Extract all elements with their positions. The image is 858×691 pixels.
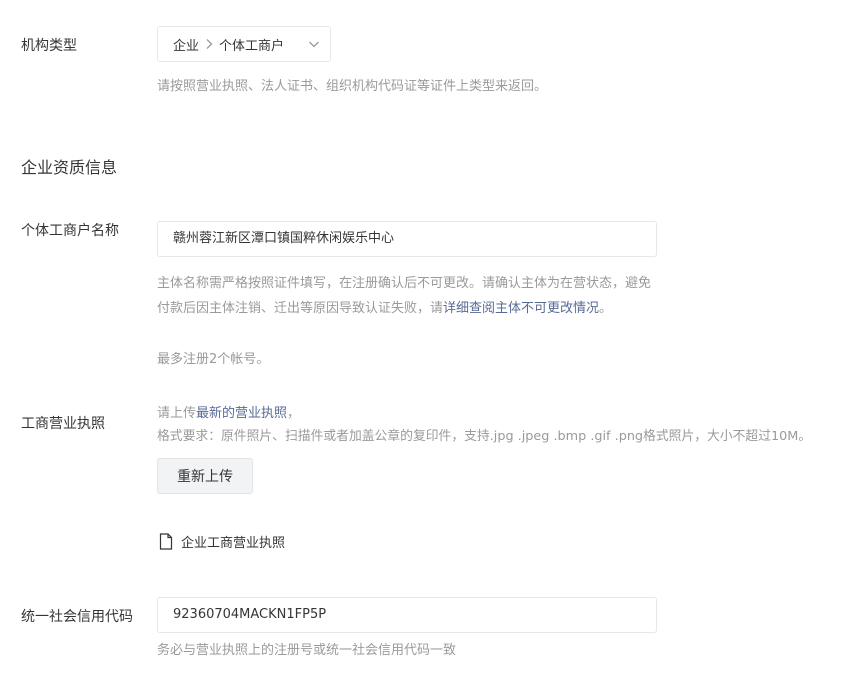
org-registration-form: 机构类型 企业 个体工商户 请按照营业执照、法人证书、组织机构代码证等证件上类型… (0, 0, 858, 691)
license-hint: 请上传最新的营业执照， (157, 404, 300, 424)
org-type-level1: 企业 (173, 38, 200, 54)
credit-code-label: 统一社会信用代码 (21, 609, 133, 625)
license-file[interactable]: 企业工商营业执照 (159, 532, 285, 551)
name-rules-link[interactable]: 详细查阅主体不可更改情况 (443, 301, 599, 316)
latest-license-link[interactable]: 最新的营业执照 (196, 406, 287, 421)
name-hint: 主体名称需严格按照证件填写，在注册确认后不可更改。请确认主体为在营状态，避免付款… (157, 271, 657, 321)
license-label: 工商营业执照 (21, 416, 105, 432)
org-type-label: 机构类型 (21, 38, 77, 54)
name-label: 个体工商户名称 (21, 223, 119, 239)
name-input[interactable]: 赣州蓉江新区潭口镇国粹休闲娱乐中心 (157, 221, 657, 257)
chevron-right-icon (205, 38, 213, 50)
license-format-hint: 格式要求：原件照片、扫描件或者加盖公章的复印件，支持.jpg .jpeg .bm… (157, 429, 812, 444)
org-type-cascader[interactable]: 企业 个体工商户 (157, 26, 331, 62)
credit-code-input[interactable]: 92360704MACKN1FP5P (157, 597, 657, 633)
section-title: 企业资质信息 (21, 158, 118, 177)
license-hint-prefix: 请上传 (157, 406, 197, 421)
document-icon (159, 533, 173, 550)
org-type-level2: 个体工商户 (219, 38, 285, 54)
account-limit-hint: 最多注册2个帐号。 (157, 352, 270, 367)
chevron-down-icon (308, 38, 320, 50)
org-type-hint: 请按照营业执照、法人证书、组织机构代码证等证件上类型来返回。 (157, 79, 548, 94)
license-hint-suffix: ， (287, 406, 301, 421)
reupload-button[interactable]: 重新上传 (157, 458, 253, 494)
name-hint-end: 。 (599, 301, 613, 316)
license-file-name: 企业工商营业执照 (181, 536, 286, 551)
credit-code-hint: 务必与营业执照上的注册号或统一社会信用代码一致 (157, 643, 457, 658)
